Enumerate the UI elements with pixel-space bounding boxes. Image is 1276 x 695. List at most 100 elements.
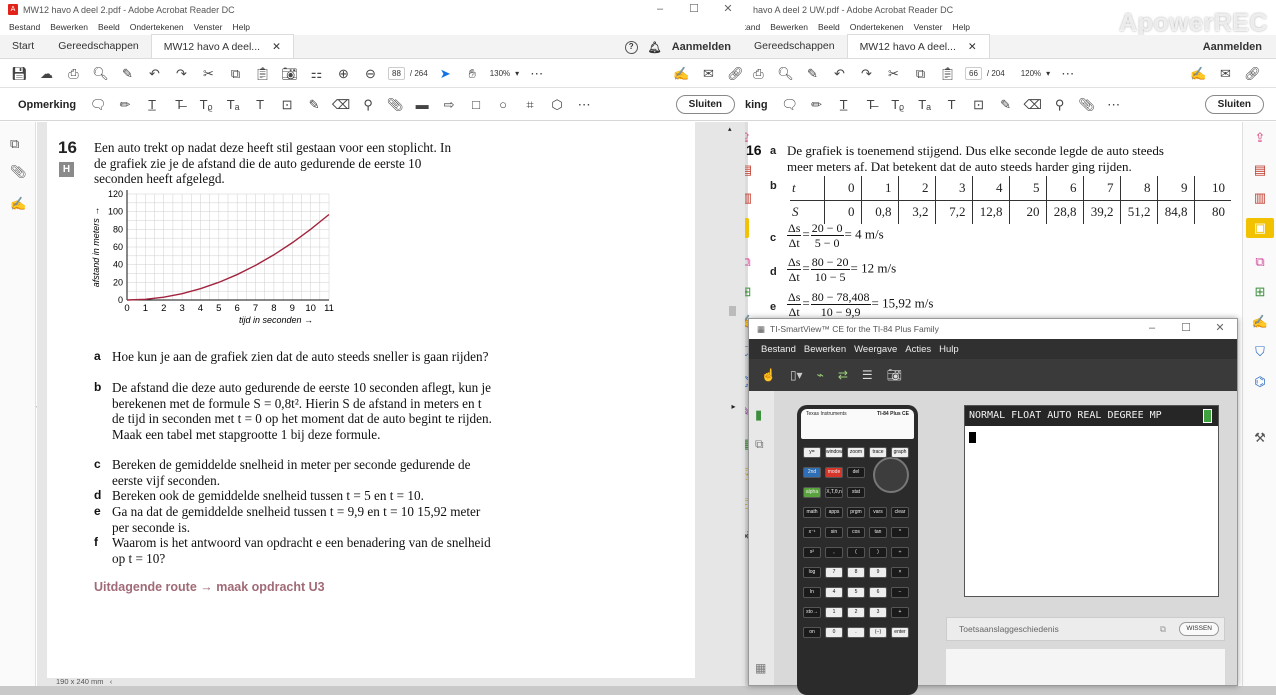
highlight-icon[interactable]: ✏ (116, 96, 134, 114)
calc-key-2[interactable]: 2 (847, 607, 865, 618)
calc-key-[interactable]: + (891, 607, 909, 618)
replace-text-icon[interactable]: Tᵨ (889, 96, 907, 114)
minimize-button[interactable]: – (643, 0, 677, 19)
line-icon[interactable]: ▬ (413, 96, 431, 114)
calc-key-trace[interactable]: trace (869, 447, 887, 458)
tab-document[interactable]: MW12 havo A deel... ✕ (151, 34, 294, 58)
tab-close-icon[interactable]: ✕ (968, 35, 977, 59)
pointer-icon[interactable]: ☝ (761, 368, 776, 382)
fill-sign-icon[interactable]: ✍ (1189, 64, 1208, 83)
calc-key-y[interactable]: y= (803, 447, 821, 458)
clear-history-button[interactable]: WISSEN (1179, 622, 1219, 636)
calc-key-sin[interactable]: sin (825, 527, 843, 538)
edit-doc-icon[interactable]: ✎ (803, 64, 822, 83)
sticky-note-icon[interactable]: 🗨︎ (781, 96, 799, 114)
calc-key-apps[interactable]: apps (825, 507, 843, 518)
signatures-icon[interactable]: ✍ (10, 196, 26, 212)
calc-key-[interactable]: . (847, 627, 865, 638)
scroll-up-icon[interactable]: ▴ (728, 126, 732, 133)
copy-icon[interactable]: ⧉ (226, 64, 245, 83)
combine-icon[interactable]: ⧉ (745, 252, 756, 272)
upload-icon[interactable]: ☁ (37, 64, 56, 83)
calc-key-on[interactable]: on (803, 627, 821, 638)
signin-button[interactable]: Aanmelden (1203, 41, 1262, 53)
calc-key-graph[interactable]: graph (891, 447, 909, 458)
redo-icon[interactable]: ↷ (172, 64, 191, 83)
underline-text-icon[interactable]: T̲ (835, 96, 853, 114)
h-scroll-left-icon[interactable]: ‹ (110, 677, 113, 686)
print-icon[interactable]: ⎙ (749, 64, 768, 83)
calc-key-2nd[interactable]: 2nd (803, 467, 821, 478)
calc-key-vars[interactable]: vars (869, 507, 887, 518)
menu-bewerken[interactable]: Bewerken (770, 22, 808, 32)
calc-key-[interactable]: × (891, 567, 909, 578)
list-icon[interactable]: ☰ (862, 368, 873, 382)
link-icon[interactable]: 🔗︎ (726, 64, 745, 83)
text-box-icon[interactable]: ⊡ (970, 96, 988, 114)
export-pdf-icon[interactable]: ⇪ (1250, 128, 1270, 148)
calc-key-5[interactable]: 5 (847, 587, 865, 598)
menu-help[interactable]: Help (232, 22, 249, 32)
close-comment-button[interactable]: Sluiten (676, 95, 735, 114)
menu-acties[interactable]: Acties (905, 344, 931, 355)
organize-icon[interactable]: ⊞ (745, 282, 756, 302)
more-tools-icon[interactable]: ⋯ (575, 96, 593, 114)
send-to-calc-icon[interactable]: ⇄ (838, 368, 848, 382)
page-number-input[interactable]: 66 (965, 67, 982, 80)
protect-icon[interactable]: ⛉ (1250, 342, 1270, 362)
combine-icon[interactable]: ⧉ (1250, 252, 1270, 272)
calc-screen[interactable]: NORMAL FLOAT AUTO REAL DEGREE MP (964, 405, 1219, 597)
pencil-icon[interactable]: ✎ (997, 96, 1015, 114)
callout-icon[interactable]: ⌗ (521, 96, 539, 114)
calc-key-7[interactable]: 7 (825, 567, 843, 578)
calc-key-1[interactable]: 1 (825, 607, 843, 618)
clipboard-icon[interactable]: 📋︎ (253, 64, 272, 83)
menu-bewerken[interactable]: Bewerken (804, 344, 846, 355)
organize-icon[interactable]: ⊞ (1250, 282, 1270, 302)
select-cursor-icon[interactable]: ➤ (436, 64, 455, 83)
calc-key-alpha[interactable]: alpha (803, 487, 821, 498)
search-icon[interactable]: 🔍︎ (91, 64, 110, 83)
mail-icon[interactable]: ✉ (1216, 64, 1235, 83)
attach-icon[interactable]: 📎︎ (1078, 96, 1096, 114)
calc-key-x[interactable]: x⁻¹ (803, 527, 821, 538)
fill-sign-icon[interactable]: ✍ (672, 64, 691, 83)
close-window-button[interactable]: ✕ (711, 0, 745, 19)
stamp-icon[interactable]: ⚲ (1051, 96, 1069, 114)
comment-tool-icon[interactable]: ▣ (745, 218, 749, 238)
arrow-icon[interactable]: ⇨ (440, 96, 458, 114)
calc-key-sto[interactable]: sto→ (803, 607, 821, 618)
close-comment-button[interactable]: Sluiten (1205, 95, 1264, 114)
calc-key-[interactable]: (−) (869, 627, 887, 638)
more-icon[interactable]: ⋯ (527, 64, 546, 83)
signin-button[interactable]: Aanmelden (672, 41, 731, 53)
sticky-note-icon[interactable]: 🗨︎ (89, 96, 107, 114)
add-text-icon[interactable]: T (251, 96, 269, 114)
search-icon[interactable]: 🔍︎ (776, 64, 795, 83)
tab-close-icon[interactable]: ✕ (272, 35, 281, 59)
menu-ondertekenen[interactable]: Ondertekenen (130, 22, 184, 32)
scroll-thumb[interactable] (729, 306, 736, 316)
create-pdf-icon[interactable]: ▤ (1250, 160, 1270, 180)
insert-text-icon[interactable]: Tₐ (916, 96, 934, 114)
mail-icon[interactable]: ✉ (699, 64, 718, 83)
menu-beeld[interactable]: Beeld (818, 22, 840, 32)
menu-hulp[interactable]: Hulp (939, 344, 959, 355)
calc-key-mode[interactable]: mode (825, 467, 843, 478)
keypad-view-icon[interactable]: ▦ (755, 661, 766, 675)
edit-pdf-icon[interactable]: ▥ (745, 188, 756, 208)
eraser-icon[interactable]: ⌫ (1024, 96, 1042, 114)
zoom-dropdown[interactable]: 120%▾ (1021, 69, 1050, 78)
minimize-button[interactable]: – (1135, 319, 1169, 338)
menu-ondertekenen[interactable]: Ondertekenen (850, 22, 904, 32)
calc-key-log[interactable]: log (803, 567, 821, 578)
eraser-icon[interactable]: ⌫ (332, 96, 350, 114)
copy-view-icon[interactable]: ⧉ (755, 437, 764, 452)
more-icon[interactable]: ⋯ (1058, 64, 1077, 83)
pencil-icon[interactable]: ✎ (305, 96, 323, 114)
strikethrough-icon[interactable]: T̶ (862, 96, 880, 114)
oval-icon[interactable]: ○ (494, 96, 512, 114)
zoom-dropdown[interactable]: 130%▾ (490, 69, 519, 78)
fill-sign-tool-icon[interactable]: ✍ (1250, 312, 1270, 332)
save-icon[interactable]: 💾︎ (10, 64, 29, 83)
